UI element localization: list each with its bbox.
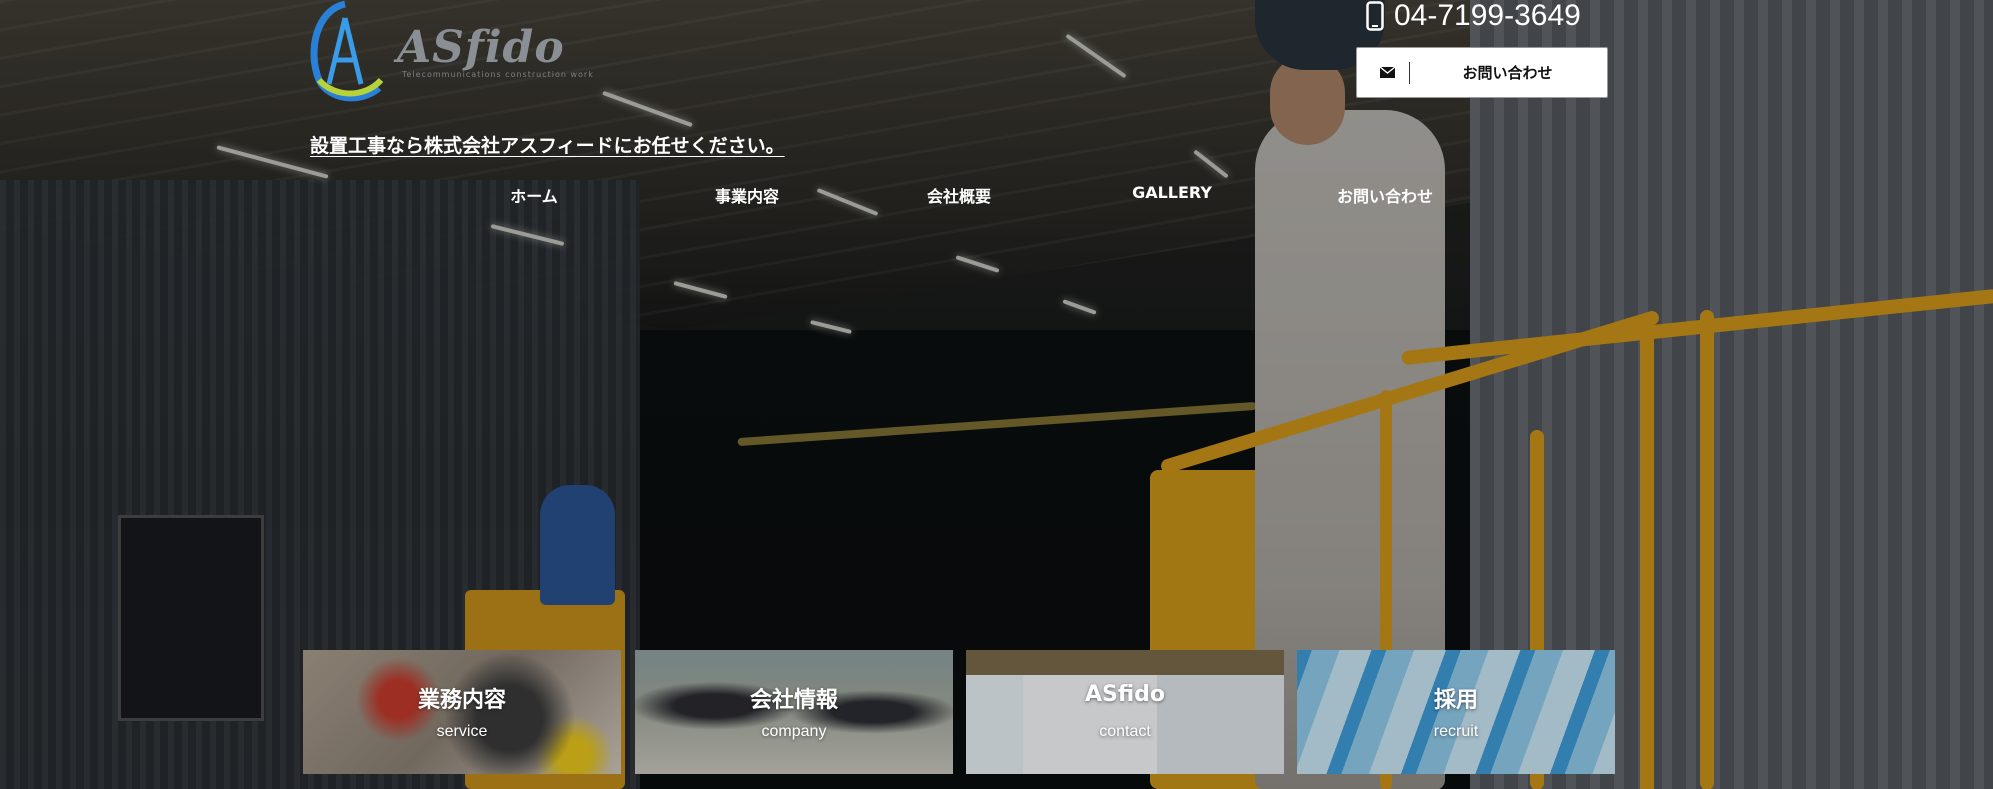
logo-mark-icon	[310, 0, 384, 102]
tile-recruit[interactable]: 採用 recruit	[1297, 650, 1615, 774]
tile-subtitle: service	[436, 723, 488, 740]
nav-item-contact[interactable]: お問い合わせ	[1337, 183, 1433, 207]
tile-title: 業務内容	[417, 688, 506, 713]
main-nav: ホーム 事業内容 会社概要 GALLERY お問い合わせ	[0, 183, 1993, 213]
tagline: 設置工事なら株式会社アスフィードにお任せください。	[310, 135, 785, 157]
tile-title: 会社情報	[749, 688, 838, 713]
contact-button[interactable]: お問い合わせ	[1356, 47, 1608, 98]
nav-item-business[interactable]: 事業内容	[715, 183, 779, 207]
tile-contact[interactable]: ASfido contact	[966, 650, 1284, 774]
tile-subtitle: company	[761, 723, 827, 740]
phone-icon	[1366, 1, 1384, 31]
mail-icon	[1375, 67, 1399, 78]
nav-item-home[interactable]: ホーム	[510, 183, 558, 207]
tile-company[interactable]: 会社情報 company	[635, 650, 953, 774]
phone-number: 04-7199-3649	[1394, 0, 1581, 32]
tile-title: ASfido	[1084, 682, 1166, 707]
tile-subtitle: recruit	[1433, 723, 1479, 740]
logo-subtext: Telecommunications construction work	[402, 70, 594, 79]
tile-service[interactable]: 業務内容 service	[303, 650, 621, 774]
tile-shade	[966, 650, 1284, 774]
contact-button-label: お問い合わせ	[1462, 64, 1553, 82]
nav-item-company[interactable]: 会社概要	[927, 183, 991, 207]
contact-button-divider	[1409, 61, 1410, 84]
tile-title: 採用	[1433, 688, 1478, 713]
phone-contact[interactable]: 04-7199-3649	[1366, 0, 1581, 32]
tile-subtitle: contact	[1099, 723, 1151, 740]
logo-text: ASfido	[397, 22, 565, 73]
site-logo[interactable]: ASfido Telecommunications construction w…	[305, 0, 645, 110]
nav-item-gallery[interactable]: GALLERY	[1132, 183, 1212, 202]
